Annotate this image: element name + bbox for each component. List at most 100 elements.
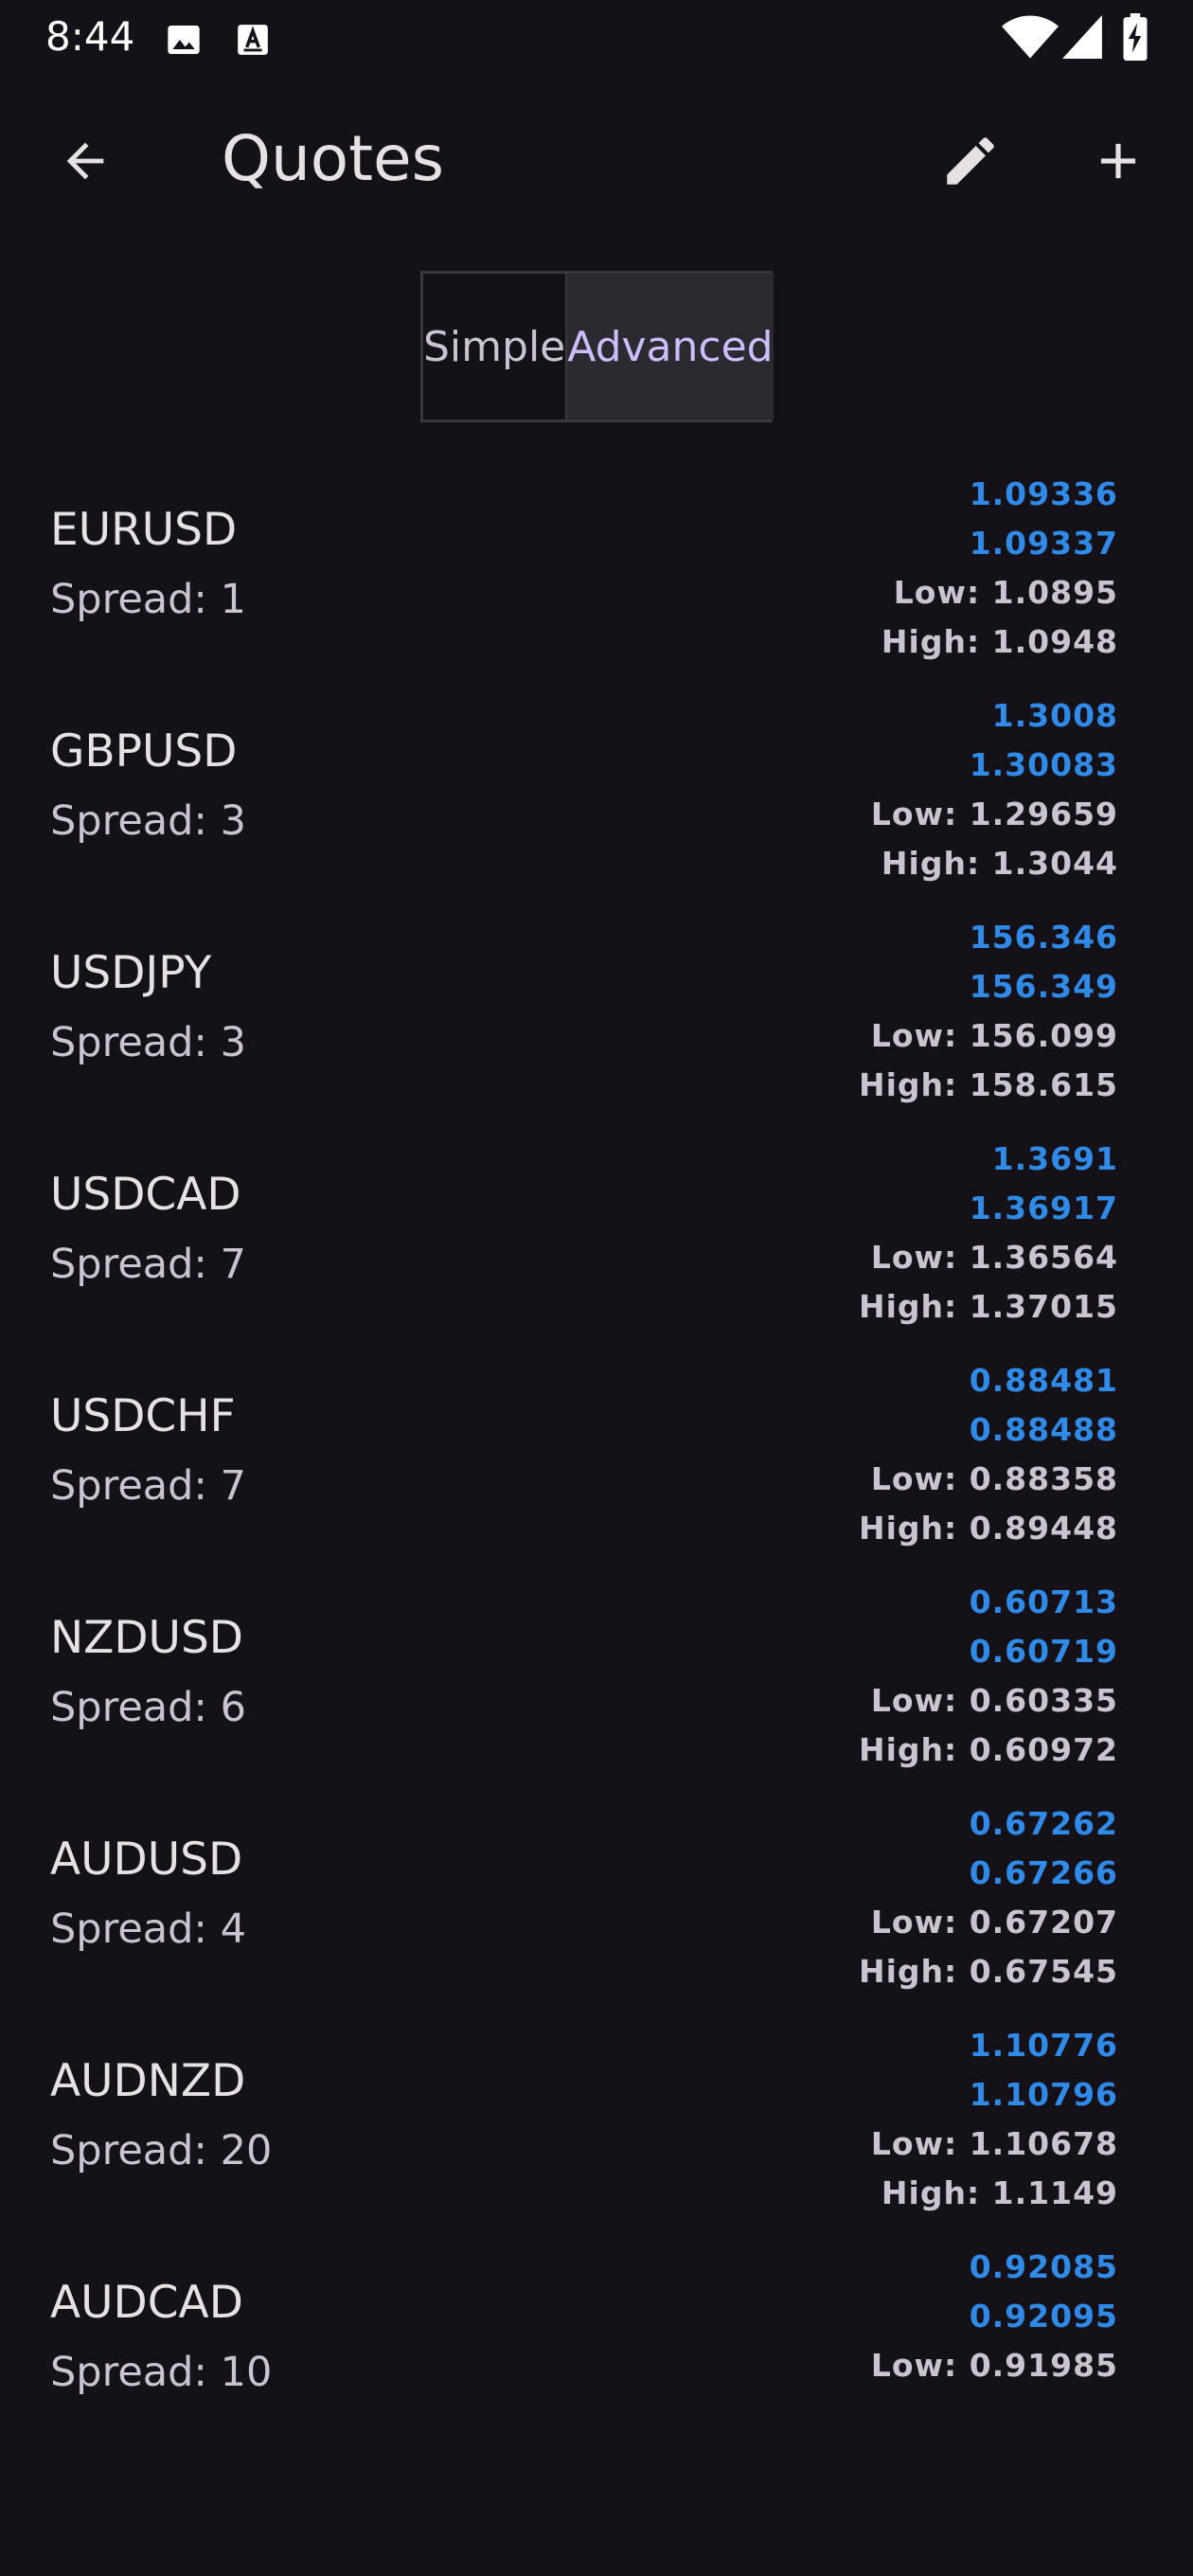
high-label: High: [881, 845, 992, 882]
low-value: 1.36564 [969, 1239, 1118, 1276]
bid-price: 156.346 [969, 919, 1118, 956]
high-price: High: 0.89448 [859, 1504, 1118, 1553]
high-price: High: 0.60972 [859, 1726, 1118, 1775]
low-price: Low: 0.91985 [871, 2341, 1118, 2390]
low-value: 0.67207 [969, 1904, 1118, 1941]
low-value: 1.0895 [991, 574, 1118, 611]
back-button[interactable] [45, 121, 125, 201]
symbol: AUDNZD [50, 2055, 246, 2107]
bid-price: 0.60713 [969, 1583, 1118, 1620]
quote-row-usdjpy[interactable]: USDJPY Spread: 3 156.346 156.349 Low: 15… [0, 913, 1193, 1135]
low-price: Low: 1.10678 [871, 2120, 1118, 2169]
spread-label: Spread: [50, 1462, 221, 1510]
spread: Spread: 6 [50, 1680, 246, 1735]
low-label: Low: [870, 1904, 970, 1941]
low-label: Low: [870, 1682, 970, 1719]
ask-price: 1.09337 [969, 525, 1118, 562]
high-value: 158.615 [969, 1066, 1118, 1103]
ask-price: 0.60719 [969, 1633, 1118, 1670]
high-value: 1.37015 [969, 1288, 1118, 1325]
pencil-icon [947, 137, 994, 185]
bid-price: 1.09336 [969, 475, 1118, 512]
low-value: 1.10678 [969, 2125, 1118, 2162]
price-block: 1.3008 1.30083 Low: 1.29659 High: 1.3044 [871, 691, 1118, 888]
spread-label: Spread: [50, 1241, 221, 1288]
high-price: High: 1.0948 [881, 617, 1118, 667]
quote-row-audusd[interactable]: AUDUSD Spread: 4 0.67262 0.67266 Low: 0.… [0, 1799, 1193, 2021]
spread-value: 6 [220, 1684, 246, 1731]
spread: Spread: 10 [50, 2345, 272, 2400]
spread: Spread: 3 [50, 1015, 246, 1070]
low-label: Low: [870, 1017, 970, 1054]
plus-icon [1100, 143, 1136, 179]
symbol: USDCHF [50, 1390, 236, 1442]
low-price: Low: 156.099 [859, 1011, 1118, 1061]
quote-row-usdcad[interactable]: USDCAD Spread: 7 1.3691 1.36917 Low: 1.3… [0, 1135, 1193, 1356]
high-label: High: [858, 1288, 970, 1325]
high-price: High: 1.3044 [871, 839, 1118, 888]
ask-price: 156.349 [969, 968, 1118, 1005]
quote-row-nzdusd[interactable]: NZDUSD Spread: 6 0.60713 0.60719 Low: 0.… [0, 1578, 1193, 1799]
ask-price: 0.92095 [969, 2298, 1118, 2334]
app-bar: Quotes [0, 95, 1193, 224]
low-label: Low: [893, 574, 992, 611]
low-price: Low: 1.29659 [871, 790, 1118, 839]
spread-label: Spread: [50, 2349, 221, 2396]
high-value: 0.89448 [969, 1510, 1118, 1547]
ask-price: 1.36917 [969, 1190, 1118, 1226]
simple-mode-button[interactable]: Simple [423, 274, 568, 420]
quotes-list: EURUSD Spread: 1 1.09336 1.09337 Low: 1.… [0, 470, 1193, 2464]
status-time: 8:44 [45, 13, 135, 60]
spread-label: Spread: [50, 576, 221, 623]
quote-row-audnzd[interactable]: AUDNZD Spread: 20 1.10776 1.10796 Low: 1… [0, 2021, 1193, 2243]
spread-label: Spread: [50, 1019, 221, 1066]
view-mode-toggle: Simple Advanced [420, 271, 774, 422]
bid-price: 0.92085 [969, 2248, 1118, 2285]
high-label: High: [858, 1510, 970, 1547]
low-value: 156.099 [969, 1017, 1118, 1054]
spread-label: Spread: [50, 1684, 221, 1731]
bid-price: 0.88481 [969, 1362, 1118, 1399]
low-price: Low: 1.36564 [859, 1233, 1118, 1282]
spread-value: 7 [220, 1462, 246, 1510]
low-label: Low: [870, 796, 970, 832]
high-price: High: 0.67545 [859, 1947, 1118, 1996]
low-price: Low: 0.67207 [859, 1898, 1118, 1947]
spread: Spread: 3 [50, 794, 246, 849]
spread-value: 4 [220, 1905, 246, 1953]
spread-value: 3 [220, 797, 246, 845]
high-label: High: [858, 1731, 970, 1768]
high-value: 0.60972 [969, 1731, 1118, 1768]
price-block: 1.09336 1.09337 Low: 1.0895 High: 1.0948 [881, 470, 1118, 667]
add-button[interactable] [1077, 121, 1159, 201]
edit-button[interactable] [930, 121, 1011, 201]
high-label: High: [881, 623, 992, 660]
quote-row-gbpusd[interactable]: GBPUSD Spread: 3 1.3008 1.30083 Low: 1.2… [0, 691, 1193, 913]
arrow-left-icon [66, 142, 104, 180]
low-price: Low: 1.0895 [881, 568, 1118, 617]
low-label: Low: [870, 1460, 970, 1497]
quote-row-audcad[interactable]: AUDCAD Spread: 10 0.92085 0.92095 Low: 0… [0, 2243, 1193, 2464]
quote-row-usdchf[interactable]: USDCHF Spread: 7 0.88481 0.88488 Low: 0.… [0, 1356, 1193, 1578]
low-value: 0.91985 [969, 2347, 1118, 2384]
high-label: High: [881, 2174, 992, 2211]
spread-value: 20 [220, 2127, 273, 2174]
spread: Spread: 1 [50, 572, 246, 627]
quote-row-eurusd[interactable]: EURUSD Spread: 1 1.09336 1.09337 Low: 1.… [0, 470, 1193, 691]
spread-label: Spread: [50, 1905, 221, 1953]
price-block: 0.67262 0.67266 Low: 0.67207 High: 0.675… [859, 1799, 1118, 1996]
spread: Spread: 7 [50, 1237, 246, 1292]
high-value: 0.67545 [969, 1953, 1118, 1990]
symbol: NZDUSD [50, 1612, 243, 1664]
high-label: High: [858, 1953, 970, 1990]
image-icon [168, 26, 200, 54]
high-value: 1.3044 [991, 845, 1118, 882]
spread-value: 7 [220, 1241, 246, 1288]
price-block: 0.60713 0.60719 Low: 0.60335 High: 0.609… [859, 1578, 1118, 1775]
price-block: 0.88481 0.88488 Low: 0.88358 High: 0.894… [859, 1356, 1118, 1553]
advanced-mode-button[interactable]: Advanced [567, 274, 774, 420]
price-block: 0.92085 0.92095 Low: 0.91985 [871, 2243, 1118, 2390]
low-value: 1.29659 [969, 796, 1118, 832]
spread-label: Spread: [50, 2127, 221, 2174]
high-price: High: 158.615 [859, 1061, 1118, 1110]
